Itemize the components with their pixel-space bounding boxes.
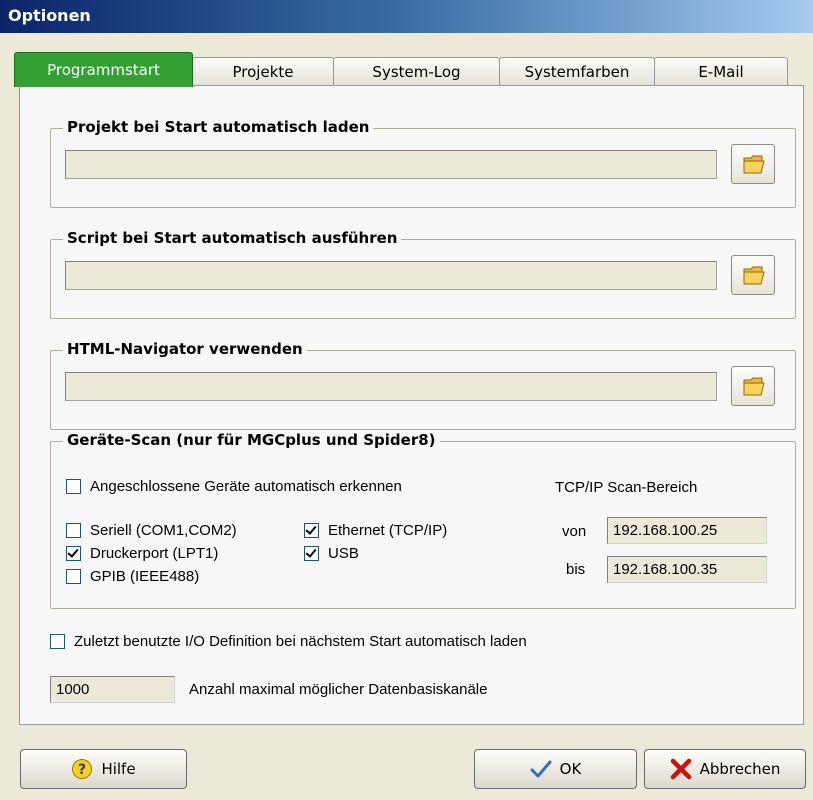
- io-definition-checkbox[interactable]: Zuletzt benutzte I/O Definition bei näch…: [50, 633, 527, 650]
- group-title-project: Projekt bei Start automatisch laden: [63, 118, 374, 136]
- group-title-navigator: HTML-Navigator verwenden: [63, 340, 307, 358]
- usb-box[interactable]: [304, 546, 319, 561]
- serial-label: Seriell (COM1,COM2): [90, 522, 237, 539]
- help-button[interactable]: ? Hilfe: [20, 749, 187, 789]
- folder-open-icon: [743, 266, 765, 285]
- printer-port-box[interactable]: [66, 546, 81, 561]
- serial-checkbox[interactable]: Seriell (COM1,COM2): [66, 522, 237, 539]
- help-icon: ?: [72, 759, 93, 779]
- tab-projekte[interactable]: Projekte: [192, 57, 334, 86]
- gpib-checkbox[interactable]: GPIB (IEEE488): [66, 568, 199, 585]
- ok-button-label: OK: [559, 760, 582, 778]
- navigator-browse-button[interactable]: [731, 366, 775, 406]
- group-script-autorun: Script bei Start automatisch ausführen: [50, 229, 796, 319]
- title-bar[interactable]: Optionen: [0, 0, 813, 33]
- usb-checkbox[interactable]: USB: [304, 545, 359, 562]
- gpib-label: GPIB (IEEE488): [90, 568, 200, 585]
- channel-count-field[interactable]: 1000: [50, 676, 175, 703]
- auto-detect-label: Angeschlossene Geräte automatisch erkenn…: [90, 478, 402, 495]
- usb-label: USB: [328, 545, 359, 562]
- window-title: Optionen: [8, 6, 91, 25]
- svg-text:?: ?: [78, 762, 86, 778]
- channel-count-label: Anzahl maximal möglicher Datenbasiskanäl…: [189, 681, 488, 698]
- group-title-scan: Geräte-Scan (nur für MGCplus und Spider8…: [63, 431, 440, 449]
- project-path-field[interactable]: [65, 150, 717, 179]
- options-dialog: Optionen Programmstart Projekte System-L…: [0, 0, 813, 800]
- tab-system-log[interactable]: System-Log: [333, 57, 500, 86]
- ethernet-label: Ethernet (TCP/IP): [328, 522, 448, 539]
- ip-from-field[interactable]: 192.168.100.25: [607, 517, 767, 544]
- serial-box[interactable]: [66, 523, 81, 538]
- io-definition-label: Zuletzt benutzte I/O Definition bei näch…: [74, 633, 527, 650]
- folder-open-icon: [743, 377, 765, 396]
- tab-panel-programmstart: Projekt bei Start automatisch laden Scri…: [19, 85, 804, 725]
- navigator-path-field[interactable]: [65, 372, 717, 401]
- tab-systemfarben[interactable]: Systemfarben: [499, 57, 655, 86]
- ethernet-checkbox[interactable]: Ethernet (TCP/IP): [304, 522, 447, 539]
- ip-to-field[interactable]: 192.168.100.35: [607, 556, 767, 583]
- cancel-button[interactable]: Abbrechen: [644, 749, 806, 789]
- project-browse-button[interactable]: [731, 144, 775, 184]
- tab-programmstart[interactable]: Programmstart: [14, 52, 193, 87]
- checkmark-icon: [530, 760, 552, 778]
- ethernet-box[interactable]: [304, 523, 319, 538]
- cancel-button-label: Abbrechen: [699, 760, 781, 778]
- script-browse-button[interactable]: [731, 255, 775, 295]
- script-path-field[interactable]: [65, 261, 717, 290]
- red-x-icon: [670, 758, 691, 780]
- ip-from-label: von: [562, 523, 587, 540]
- group-title-script: Script bei Start automatisch ausführen: [63, 229, 402, 247]
- folder-open-icon: [743, 155, 765, 174]
- io-definition-box[interactable]: [50, 634, 65, 649]
- ok-button[interactable]: OK: [474, 749, 637, 789]
- help-button-label: Hilfe: [101, 760, 136, 778]
- auto-detect-checkbox[interactable]: Angeschlossene Geräte automatisch erkenn…: [66, 478, 402, 495]
- auto-detect-box[interactable]: [66, 479, 81, 494]
- group-device-scan: Geräte-Scan (nur für MGCplus und Spider8…: [50, 431, 796, 609]
- gpib-box[interactable]: [66, 569, 81, 584]
- tab-email[interactable]: E-Mail: [654, 57, 788, 86]
- tcp-range-label: TCP/IP Scan-Bereich: [555, 479, 698, 496]
- group-html-navigator: HTML-Navigator verwenden: [50, 340, 796, 430]
- ip-to-label: bis: [566, 561, 586, 578]
- printer-port-checkbox[interactable]: Druckerport (LPT1): [66, 545, 218, 562]
- printer-port-label: Druckerport (LPT1): [90, 545, 219, 562]
- group-project-autoload: Projekt bei Start automatisch laden: [50, 118, 796, 208]
